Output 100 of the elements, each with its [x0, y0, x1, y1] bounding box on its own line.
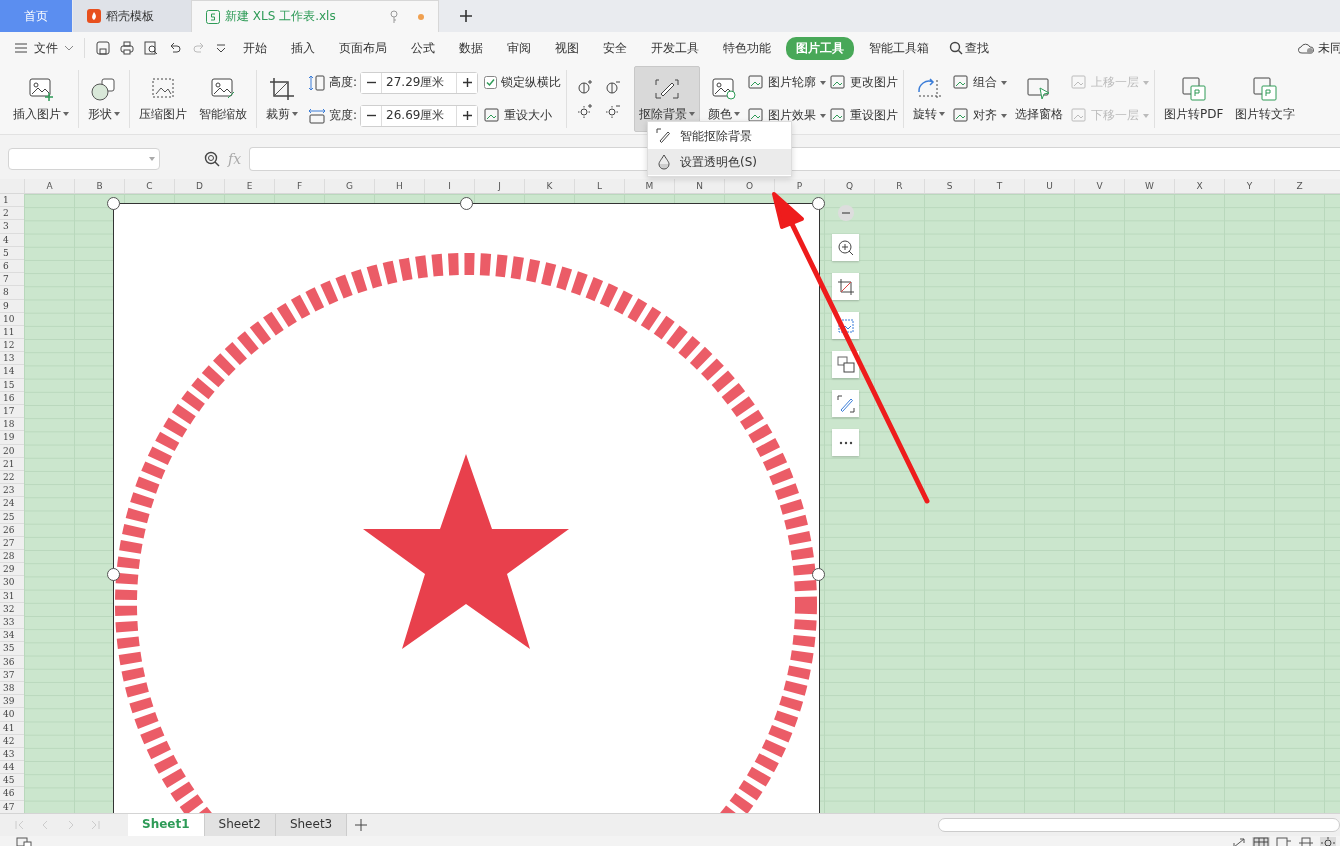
page-layout-icon[interactable]	[1298, 837, 1314, 846]
ribbon-tab[interactable]: 数据	[450, 36, 492, 60]
ribbon-tab[interactable]: 插入	[282, 36, 324, 60]
contrast-down-icon[interactable]	[606, 79, 623, 95]
resize-handle[interactable]	[107, 197, 120, 210]
ribbon-button[interactable]: 重设图片	[830, 107, 899, 124]
zoom-icon[interactable]	[204, 151, 220, 167]
print-preview-icon[interactable]	[143, 40, 159, 56]
column-header[interactable]: J	[474, 179, 524, 193]
collapse-icon[interactable]	[836, 204, 855, 222]
ribbon-button[interactable]: 旋转	[909, 66, 950, 132]
ribbon-tab[interactable]: 智能工具箱	[860, 36, 938, 60]
column-header[interactable]: I	[424, 179, 474, 193]
seal-picture[interactable]	[113, 203, 820, 813]
column-header[interactable]: D	[174, 179, 224, 193]
ribbon-button[interactable]: 对齐	[953, 107, 1008, 124]
ribbon-tab[interactable]: 特色功能	[714, 36, 780, 60]
column-header[interactable]: Y	[1224, 179, 1274, 193]
column-header[interactable]: M	[624, 179, 674, 193]
ribbon-tab[interactable]: 审阅	[498, 36, 540, 60]
column-header[interactable]: U	[1024, 179, 1074, 193]
column-header[interactable]: Q	[824, 179, 874, 193]
sync-status[interactable]: 未同	[1297, 39, 1340, 57]
doc-icon	[1251, 75, 1280, 102]
picture-icon	[1071, 108, 1088, 123]
ribbon-tab[interactable]: 公式	[402, 36, 444, 60]
printer-icon[interactable]	[119, 40, 135, 56]
contrast-up-icon[interactable]	[578, 79, 595, 95]
wand-icon	[836, 394, 855, 413]
brightness-up-icon[interactable]	[578, 103, 595, 119]
column-header[interactable]: G	[324, 179, 374, 193]
ribbon-button[interactable]: 图片轮廓	[748, 74, 827, 91]
resize-handle[interactable]	[812, 197, 825, 210]
column-header[interactable]: T	[974, 179, 1024, 193]
document-tab[interactable]: 稻壳模板	[73, 0, 191, 32]
expand-icon[interactable]	[1232, 837, 1246, 846]
file-menu[interactable]: 文件	[14, 39, 74, 57]
ribbon-button[interactable]: 重设大小	[484, 107, 562, 124]
picture-icon	[836, 316, 855, 335]
ribbon-tab[interactable]: 视图	[546, 36, 588, 60]
ribbon-button[interactable]: 插入图片	[9, 66, 73, 132]
crop-button[interactable]	[832, 273, 859, 300]
ribbon-button[interactable]: 组合	[953, 74, 1008, 91]
new-tab-icon[interactable]	[459, 9, 473, 23]
pin-icon[interactable]	[389, 9, 399, 24]
brightness-down-icon[interactable]	[606, 103, 623, 119]
checkbox[interactable]: 锁定纵横比	[484, 74, 562, 91]
unsaved-dot-icon	[418, 13, 424, 20]
sheet-tab[interactable]: Sheet1	[128, 814, 205, 836]
column-header[interactable]: N	[674, 179, 724, 193]
sheet-tab[interactable]: Sheet3	[275, 814, 348, 836]
zoom-in-button[interactable]	[832, 234, 859, 261]
size-field[interactable]: 27.29厘米	[360, 71, 479, 94]
save-icon[interactable]	[95, 40, 111, 56]
ribbon-tab[interactable]: 安全	[594, 36, 636, 60]
column-header[interactable]: L	[574, 179, 624, 193]
macro-icon[interactable]	[16, 837, 32, 846]
sheet-tab[interactable]: Sheet2	[204, 814, 276, 836]
caret-icon	[1001, 113, 1008, 118]
page-break-view-icon[interactable]	[1276, 837, 1292, 846]
search-button[interactable]: 查找	[949, 39, 989, 57]
size-field[interactable]: 26.69厘米	[360, 104, 479, 127]
ribbon-tab[interactable]: 开发工具	[642, 36, 708, 60]
column-header[interactable]: F	[274, 179, 324, 193]
ribbon-button[interactable]: 图片效果	[748, 107, 827, 124]
column-header[interactable]: H	[374, 179, 424, 193]
ribbon-button[interactable]: 图片转文字	[1231, 66, 1300, 132]
column-header[interactable]: Z	[1274, 179, 1324, 193]
ribbon-button[interactable]: 压缩图片	[135, 66, 191, 132]
caret-icon	[1143, 80, 1150, 85]
column-header[interactable]: S	[924, 179, 974, 193]
menu-item[interactable]: 设置透明色(S)	[648, 149, 791, 175]
ribbon-button[interactable]: 图片转PDF	[1160, 66, 1228, 132]
column-header[interactable]: R	[874, 179, 924, 193]
column-header[interactable]: E	[224, 179, 274, 193]
column-header[interactable]: K	[524, 179, 574, 193]
caret-icon	[734, 112, 741, 116]
caret-icon	[292, 112, 298, 116]
ribbon-button[interactable]: 裁剪	[262, 66, 302, 132]
ribbon-tab[interactable]: 页面布局	[330, 36, 396, 60]
ribbon-button[interactable]: 智能缩放	[195, 66, 251, 132]
horizontal-scrollbar[interactable]	[938, 818, 1340, 832]
ribbon-button[interactable]: 选择窗格	[1011, 66, 1068, 132]
caret-icon	[1143, 113, 1150, 118]
picture-icon	[830, 108, 847, 123]
normal-view-icon[interactable]	[1252, 837, 1270, 846]
column-header[interactable]: V	[1074, 179, 1124, 193]
ribbon-button[interactable]: 更改图片	[830, 74, 899, 91]
add-sheet-icon[interactable]	[355, 819, 368, 831]
wand-button[interactable]	[832, 390, 859, 417]
ribbon-button[interactable]: 形状	[84, 66, 124, 132]
column-header[interactable]: X	[1174, 179, 1224, 193]
eye-care-icon[interactable]	[1320, 837, 1336, 846]
column-header[interactable]: A	[24, 179, 74, 193]
column-header[interactable]: B	[74, 179, 124, 193]
column-header[interactable]: W	[1124, 179, 1174, 193]
ribbon-tab[interactable]: 开始	[234, 36, 276, 60]
replace-picture-button[interactable]	[832, 351, 859, 378]
shape-icon	[90, 75, 118, 102]
column-header[interactable]: C	[124, 179, 174, 193]
